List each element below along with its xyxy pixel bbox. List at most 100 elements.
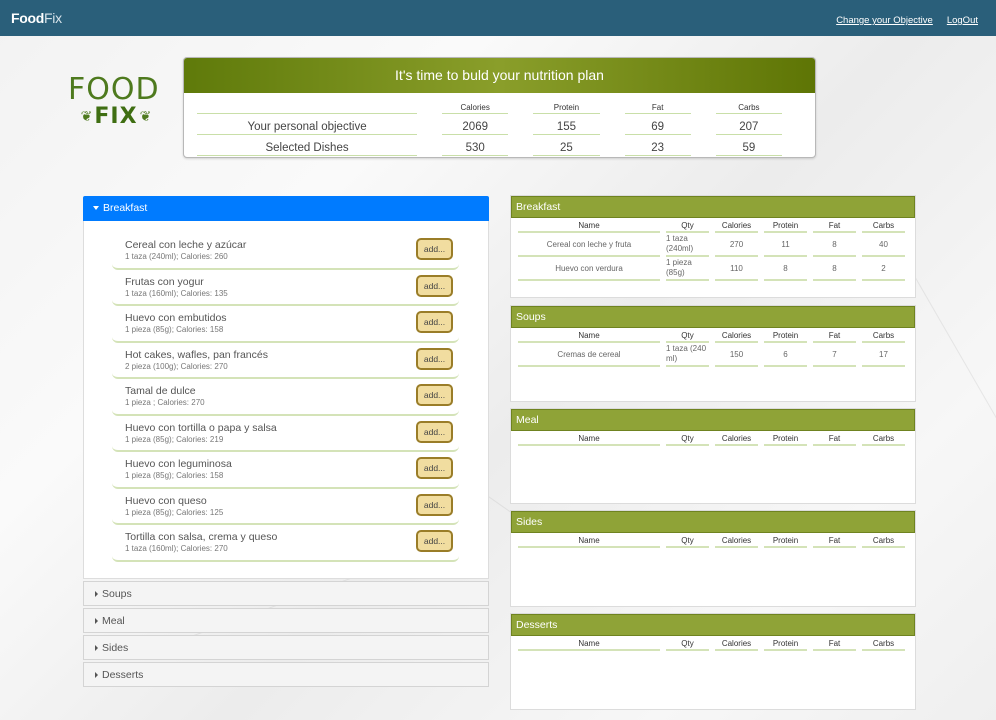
cell-name: Huevo con verdura bbox=[518, 257, 660, 281]
accordion-header-label: Breakfast bbox=[103, 202, 148, 214]
cell-protein: 6 bbox=[764, 343, 807, 367]
summary-col-protein: Protein bbox=[533, 103, 600, 114]
panel-title: Sides bbox=[511, 511, 915, 533]
logout-link[interactable]: LogOut bbox=[947, 15, 978, 26]
column-header-protein: Protein bbox=[764, 534, 807, 548]
cell-calories: 150 bbox=[715, 343, 758, 367]
logo-food-text: FOOD bbox=[68, 72, 160, 107]
dish-name: Huevo con leguminosa bbox=[125, 458, 232, 470]
table-header-row: Name Qty Calories Protein Fat Carbs bbox=[518, 431, 910, 446]
objective-protein: 155 bbox=[533, 121, 600, 135]
dish-name: Huevo con queso bbox=[125, 494, 207, 507]
column-header-carbs: Carbs bbox=[862, 219, 905, 233]
add-dish-button[interactable]: add... bbox=[416, 347, 453, 370]
brand-logo[interactable]: FoodFix bbox=[11, 10, 62, 26]
add-dish-button[interactable]: add... bbox=[416, 311, 453, 333]
brand-food: Food bbox=[11, 10, 45, 26]
objective-fat: 69 bbox=[624, 121, 691, 135]
dish-name: Hot cakes, wafles, pan francés bbox=[125, 348, 268, 361]
cell-protein: 8 bbox=[764, 257, 807, 281]
change-objective-link[interactable]: Change your Objective bbox=[836, 15, 933, 26]
navbar: FoodFix Change your Objective LogOut bbox=[0, 0, 996, 36]
dish-name: Huevo con embutidos bbox=[125, 312, 227, 324]
dish-item: Tortilla con salsa, crema y queso 1 taza … bbox=[112, 525, 459, 562]
selected-meal-panel: Meal Name Qty Calories Protein Fat Carbs bbox=[510, 408, 916, 504]
dish-item: Tamal de dulce 1 pieza ; Calories: 270 add… bbox=[112, 379, 459, 416]
summary-header-row: Calories Protein Fat Carbs bbox=[197, 98, 807, 114]
objective-calories: 2069 bbox=[442, 121, 509, 135]
column-header-carbs: Carbs bbox=[862, 637, 905, 651]
foodfix-logo: FOOD ❦ FIX ❦ bbox=[68, 72, 164, 130]
column-header-calories: Calories bbox=[715, 534, 758, 548]
breakfast-dish-list: Cereal con leche y azúcar 1 taza (240ml);… bbox=[83, 221, 489, 579]
accordion-header-soups[interactable]: Soups bbox=[83, 581, 489, 606]
column-header-fat: Fat bbox=[813, 534, 856, 548]
row-label: Your personal objective bbox=[197, 121, 418, 135]
column-header-calories: Calories bbox=[715, 432, 758, 446]
cell-carbs: 17 bbox=[862, 343, 905, 367]
caret-right-icon bbox=[95, 672, 98, 679]
column-header-calories: Calories bbox=[715, 637, 758, 651]
dish-info: 1 pieza (85g); Calories: 219 bbox=[125, 434, 224, 444]
table-header-row: Name Qty Calories Protein Fat Carbs bbox=[518, 533, 910, 548]
cell-qty: 1 taza (240 ml) bbox=[666, 343, 709, 367]
caret-right-icon bbox=[95, 591, 98, 598]
summary-table: Calories Protein Fat Carbs Your personal… bbox=[197, 98, 807, 156]
add-dish-button[interactable]: add... bbox=[416, 238, 453, 260]
dish-item: Huevo con tortilla o papa y salsa 1 pieza… bbox=[112, 416, 459, 452]
leaf-right-icon: ❦ bbox=[139, 108, 152, 124]
column-header-qty: Qty bbox=[666, 219, 709, 233]
column-header-name: Name bbox=[518, 534, 660, 548]
dish-info: 1 pieza (85g); Calories: 158 bbox=[125, 325, 224, 334]
column-header-calories: Calories bbox=[715, 329, 758, 343]
table-header-row: Name Qty Calories Protein Fat Carbs bbox=[518, 636, 910, 651]
selected-carbs: 59 bbox=[715, 142, 782, 156]
add-dish-button[interactable]: add... bbox=[416, 493, 453, 516]
cell-calories: 110 bbox=[715, 257, 758, 281]
accordion-header-sides[interactable]: Sides bbox=[83, 635, 489, 660]
selected-dishes-table: Name Qty Calories Protein Fat Carbs Cremas de … bbox=[518, 328, 910, 367]
dish-name: Cereal con leche y azúcar bbox=[125, 239, 247, 251]
column-header-qty: Qty bbox=[666, 637, 709, 651]
cell-protein: 11 bbox=[764, 233, 807, 257]
caret-down-icon bbox=[93, 206, 99, 211]
summary-header-label bbox=[197, 103, 418, 114]
table-header-row: Name Qty Calories Protein Fat Carbs bbox=[518, 328, 910, 343]
logo-fix-text: FIX bbox=[94, 104, 138, 129]
column-header-protein: Protein bbox=[764, 637, 807, 651]
cell-carbs: 2 bbox=[862, 257, 905, 281]
accordion-header-meal[interactable]: Meal bbox=[83, 608, 489, 633]
panel-title: Meal bbox=[511, 409, 915, 431]
add-dish-button[interactable]: add... bbox=[416, 420, 453, 443]
selected-sides-panel: Sides Name Qty Calories Protein Fat Carbs bbox=[510, 510, 916, 607]
cell-qty: 1 pieza (85g) bbox=[666, 257, 709, 281]
add-dish-button[interactable]: add... bbox=[416, 274, 453, 297]
panel-title: Soups bbox=[511, 306, 915, 328]
dish-name: Tortilla con salsa, crema y queso bbox=[125, 531, 278, 543]
objective-carbs: 207 bbox=[715, 121, 782, 135]
dish-info: 1 taza (240ml); Calories: 260 bbox=[125, 252, 228, 261]
accordion-header-desserts[interactable]: Desserts bbox=[83, 662, 489, 687]
add-dish-button[interactable]: add... bbox=[416, 530, 453, 552]
selected-desserts-panel: Desserts Name Qty Calories Protein Fat Carbs bbox=[510, 613, 916, 710]
summary-title: It's time to buld your nutrition plan bbox=[184, 58, 815, 93]
cell-fat: 7 bbox=[813, 343, 856, 367]
column-header-qty: Qty bbox=[666, 329, 709, 343]
column-header-calories: Calories bbox=[715, 219, 758, 233]
add-dish-button[interactable]: add... bbox=[416, 457, 453, 479]
column-header-protein: Protein bbox=[764, 432, 807, 446]
dish-info: 1 taza (160ml); Calories: 135 bbox=[125, 288, 228, 298]
selected-breakfast-panel: Breakfast Name Qty Calories Protein Fat Carbs C… bbox=[510, 195, 916, 298]
add-dish-button[interactable]: add... bbox=[416, 384, 453, 406]
cell-qty: 1 taza (240ml) bbox=[666, 233, 709, 257]
row-label: Selected Dishes bbox=[197, 142, 418, 156]
dish-name: Tamal de dulce bbox=[125, 385, 196, 397]
cell-carbs: 40 bbox=[862, 233, 905, 257]
dish-info: 1 pieza ; Calories: 270 bbox=[125, 398, 205, 407]
selected-calories: 530 bbox=[442, 142, 509, 156]
dish-item: Huevo con embutidos 1 pieza (85g); Calori… bbox=[112, 306, 459, 343]
accordion-header-breakfast[interactable]: Breakfast bbox=[83, 196, 489, 221]
selected-dishes-table: Name Qty Calories Protein Fat Carbs bbox=[518, 636, 910, 651]
dish-item: Hot cakes, wafles, pan francés 2 pieza (1… bbox=[112, 343, 459, 379]
caret-right-icon bbox=[95, 618, 98, 625]
